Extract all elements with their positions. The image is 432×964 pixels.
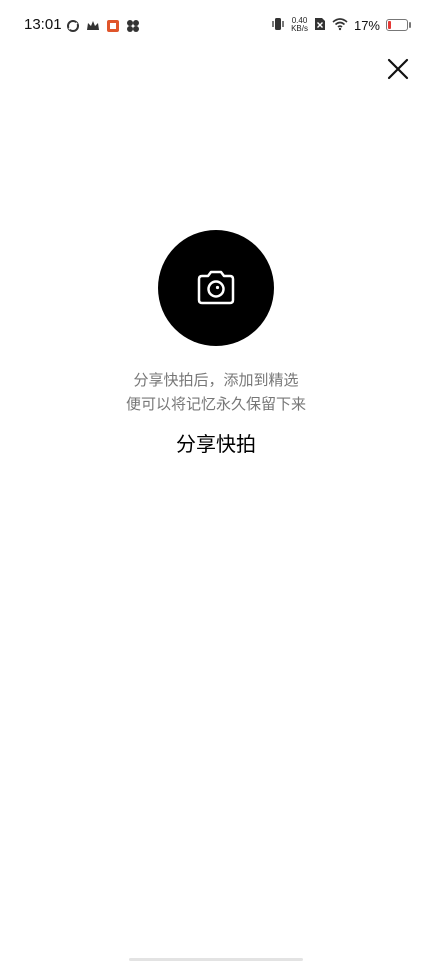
network-speed: 0.40 KB/s [291, 17, 308, 33]
gesture-bar[interactable] [129, 958, 303, 961]
status-right: 0.40 KB/s 17% [271, 15, 411, 35]
battery-level [388, 21, 391, 29]
wifi-icon [332, 16, 348, 35]
description-line-2: 便可以将记忆永久保留下来 [125, 395, 306, 413]
status-left-icons [66, 17, 140, 33]
sim-x-icon [314, 16, 326, 35]
camera-circle [158, 230, 274, 346]
vibrate-icon [271, 16, 285, 35]
flower-icon [126, 18, 140, 32]
share-story-button[interactable]: 分享快拍 [176, 430, 256, 458]
camera-icon [197, 270, 235, 305]
description-text: 分享快拍后，添加到精选 便可以将记忆永久保留下来 [56, 368, 376, 416]
description-line-1: 分享快拍后，添加到精选 [133, 371, 299, 389]
battery-percent: 17% [353, 17, 380, 33]
battery-icon [386, 19, 411, 31]
share-story-panel: 分享快拍后，添加到精选 便可以将记忆永久保留下来 分享快拍 [0, 230, 432, 458]
close-button[interactable] [382, 53, 414, 85]
app-badge-icon [106, 18, 120, 32]
status-time: 13:01 [24, 16, 62, 33]
close-icon [387, 58, 409, 80]
net-speed-unit: KB/s [291, 24, 308, 33]
status-bar: 13:01 0.40 KB/s 17% [0, 0, 432, 50]
sync-icon [66, 18, 80, 32]
crown-icon [86, 18, 100, 32]
